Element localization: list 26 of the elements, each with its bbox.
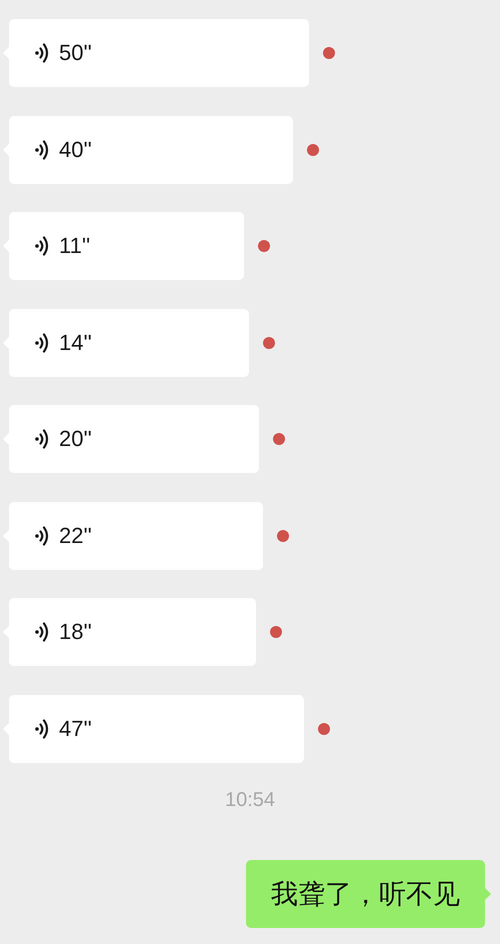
voice-message[interactable]: 50'' — [3, 19, 310, 87]
voice-wave-icon — [35, 718, 49, 740]
voice-duration: 22'' — [59, 522, 92, 548]
voice-wave-icon — [35, 428, 49, 450]
voice-duration: 20'' — [59, 426, 92, 452]
voice-message[interactable]: 20'' — [3, 405, 260, 473]
voice-message[interactable]: 18'' — [3, 598, 256, 666]
voice-wave-icon — [35, 621, 49, 643]
voice-duration: 47'' — [59, 716, 92, 742]
voice-duration: 40'' — [59, 136, 92, 162]
voice-wave-icon — [35, 332, 49, 354]
sent-message: 我聋了，听不见 — [246, 860, 491, 928]
voice-duration: 14'' — [59, 330, 92, 356]
voice-wave-icon — [35, 42, 49, 64]
voice-message[interactable]: 47'' — [3, 694, 304, 762]
voice-duration: 11'' — [59, 233, 90, 259]
timestamp: 10:54 — [224, 789, 276, 812]
voice-message[interactable]: 11'' — [3, 212, 244, 280]
voice-wave-icon — [35, 138, 49, 160]
voice-message[interactable]: 22'' — [3, 502, 263, 570]
voice-message[interactable]: 14'' — [3, 308, 250, 376]
voice-message[interactable]: 40'' — [3, 116, 293, 184]
voice-duration: 50'' — [59, 40, 92, 66]
voice-wave-icon — [35, 235, 49, 257]
voice-duration: 18'' — [59, 619, 92, 645]
voice-wave-icon — [35, 524, 49, 546]
